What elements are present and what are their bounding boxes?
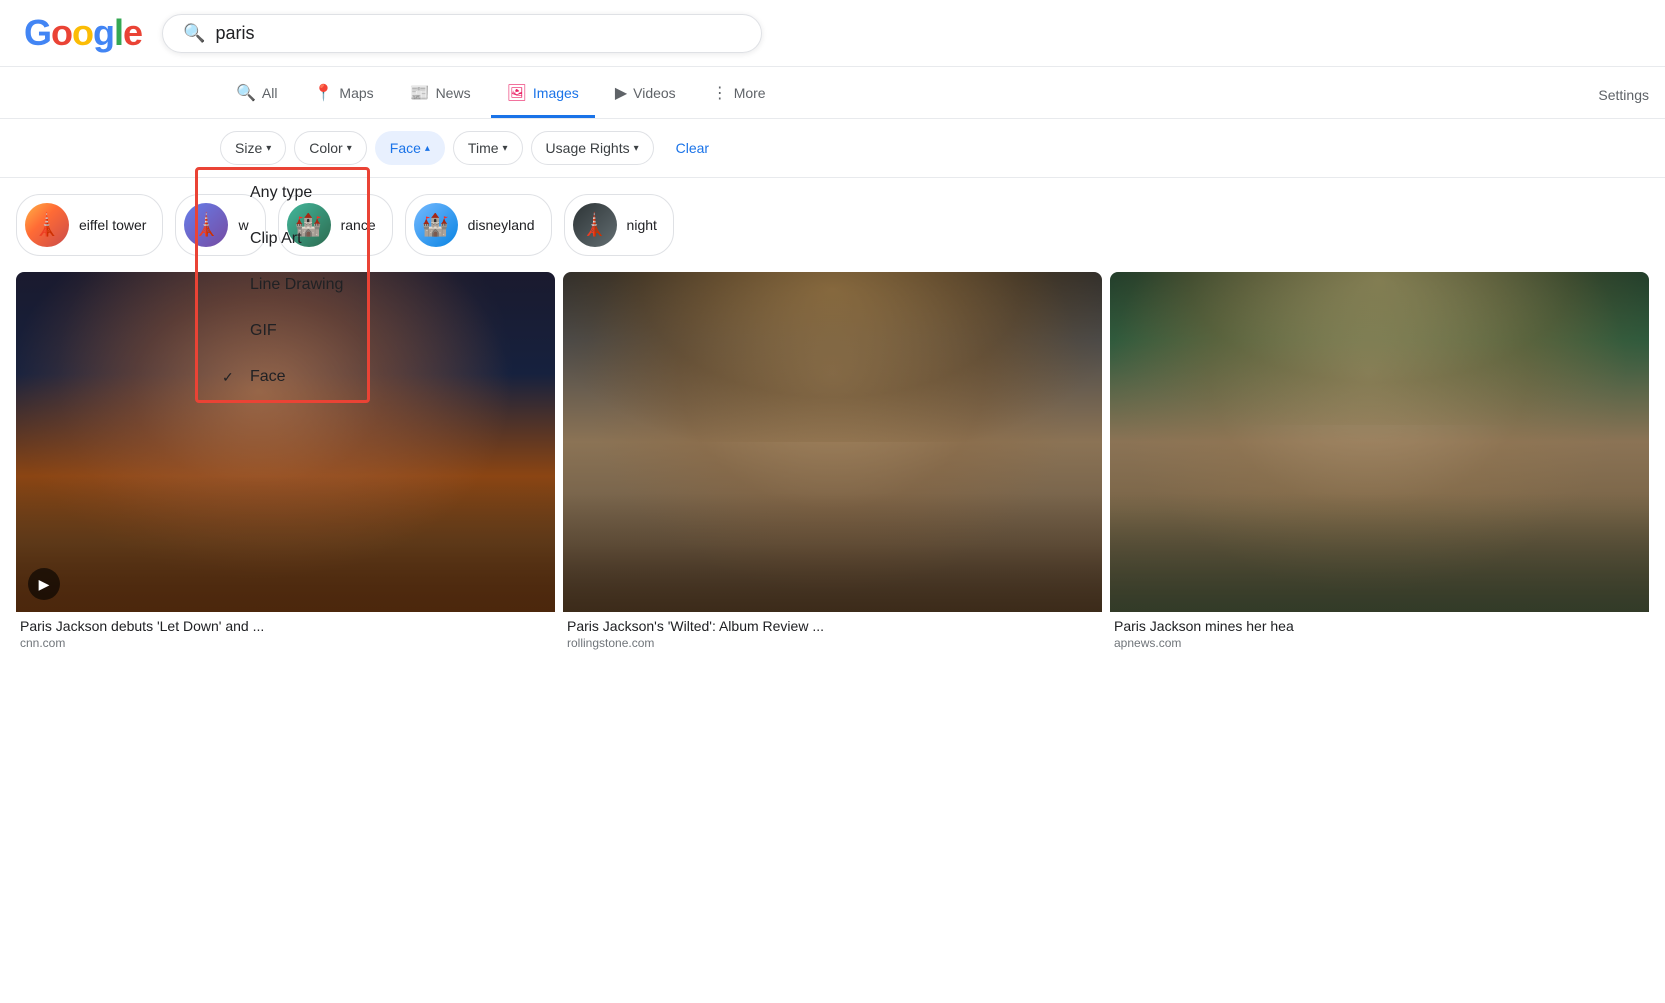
suggestion-thumb <box>573 203 617 247</box>
images-icon: 🖼 <box>507 83 527 103</box>
image-column-3: Paris Jackson mines her hea apnews.com <box>1110 272 1649 658</box>
dropdown-container: Any type Clip Art Line Drawing GIF ✓ Fac… <box>195 167 370 403</box>
more-icon: ⋮ <box>712 83 728 103</box>
news-icon: 📰 <box>410 83 430 103</box>
image-card-2[interactable]: Paris Jackson's 'Wilted': Album Review .… <box>563 272 1102 658</box>
image-thumbnail-2 <box>563 272 1102 612</box>
suggestion-night[interactable]: night <box>564 194 674 256</box>
dropdown-item-face[interactable]: ✓ Face <box>198 354 367 400</box>
filter-face[interactable]: Face ▴ <box>375 131 445 165</box>
suggestion-eiffel-tower[interactable]: eiffel tower <box>16 194 163 256</box>
chevron-up-icon: ▴ <box>425 143 430 154</box>
dropdown-item-line-drawing[interactable]: Line Drawing <box>198 262 367 308</box>
tab-all[interactable]: 🔍 All <box>220 71 293 118</box>
dropdown-item-gif[interactable]: GIF <box>198 308 367 354</box>
nav-tabs: 🔍 All 📍 Maps 📰 News 🖼 Images ▶ Videos ⋮ … <box>0 67 1665 119</box>
chevron-down-icon: ▾ <box>634 143 639 154</box>
filter-usage-rights[interactable]: Usage Rights ▾ <box>531 131 654 165</box>
suggestion-thumb <box>25 203 69 247</box>
search-icon: 🔍 <box>183 23 205 44</box>
maps-icon: 📍 <box>313 83 333 103</box>
image-column-2: Paris Jackson's 'Wilted': Album Review .… <box>563 272 1102 658</box>
image-caption-2: Paris Jackson's 'Wilted': Album Review .… <box>563 612 1102 636</box>
videos-icon: ▶ <box>615 83 627 103</box>
play-icon[interactable]: ▶ <box>28 568 60 600</box>
google-logo[interactable]: Google <box>24 12 142 54</box>
chevron-down-icon: ▾ <box>347 143 352 154</box>
image-caption-3: Paris Jackson mines her hea <box>1110 612 1649 636</box>
clear-button[interactable]: Clear <box>662 132 723 164</box>
chevron-down-icon: ▾ <box>266 143 271 154</box>
tab-maps[interactable]: 📍 Maps <box>297 71 389 118</box>
filter-color[interactable]: Color ▾ <box>294 131 367 165</box>
filter-size[interactable]: Size ▾ <box>220 131 286 165</box>
image-source-1: cnn.com <box>16 636 555 658</box>
suggestion-thumb <box>414 203 458 247</box>
filter-bar: Size ▾ Color ▾ Face ▴ Time ▾ Usage Right… <box>0 119 1665 178</box>
image-source-2: rollingstone.com <box>563 636 1102 658</box>
filter-time[interactable]: Time ▾ <box>453 131 523 165</box>
dropdown-item-any-type[interactable]: Any type <box>198 170 367 216</box>
search-icon: 🔍 <box>236 83 256 103</box>
tab-news[interactable]: 📰 News <box>394 71 487 118</box>
checkmark-icon: ✓ <box>222 369 238 386</box>
search-input[interactable] <box>215 23 741 44</box>
tab-videos[interactable]: ▶ Videos <box>599 71 692 118</box>
image-caption-1: Paris Jackson debuts 'Let Down' and ... <box>16 612 555 636</box>
chevron-down-icon: ▾ <box>503 143 508 154</box>
tab-images[interactable]: 🖼 Images <box>491 71 595 118</box>
tab-more[interactable]: ⋮ More <box>696 71 782 118</box>
dropdown-item-clip-art[interactable]: Clip Art <box>198 216 367 262</box>
face-dropdown: Any type Clip Art Line Drawing GIF ✓ Fac… <box>195 167 370 403</box>
image-card-3[interactable]: Paris Jackson mines her hea apnews.com <box>1110 272 1649 658</box>
image-thumbnail-3 <box>1110 272 1649 612</box>
header: Google 🔍 <box>0 0 1665 67</box>
suggestion-disneyland[interactable]: disneyland <box>405 194 552 256</box>
image-source-3: apnews.com <box>1110 636 1649 658</box>
settings-link[interactable]: Settings <box>1582 75 1665 115</box>
search-bar: 🔍 <box>162 14 762 53</box>
